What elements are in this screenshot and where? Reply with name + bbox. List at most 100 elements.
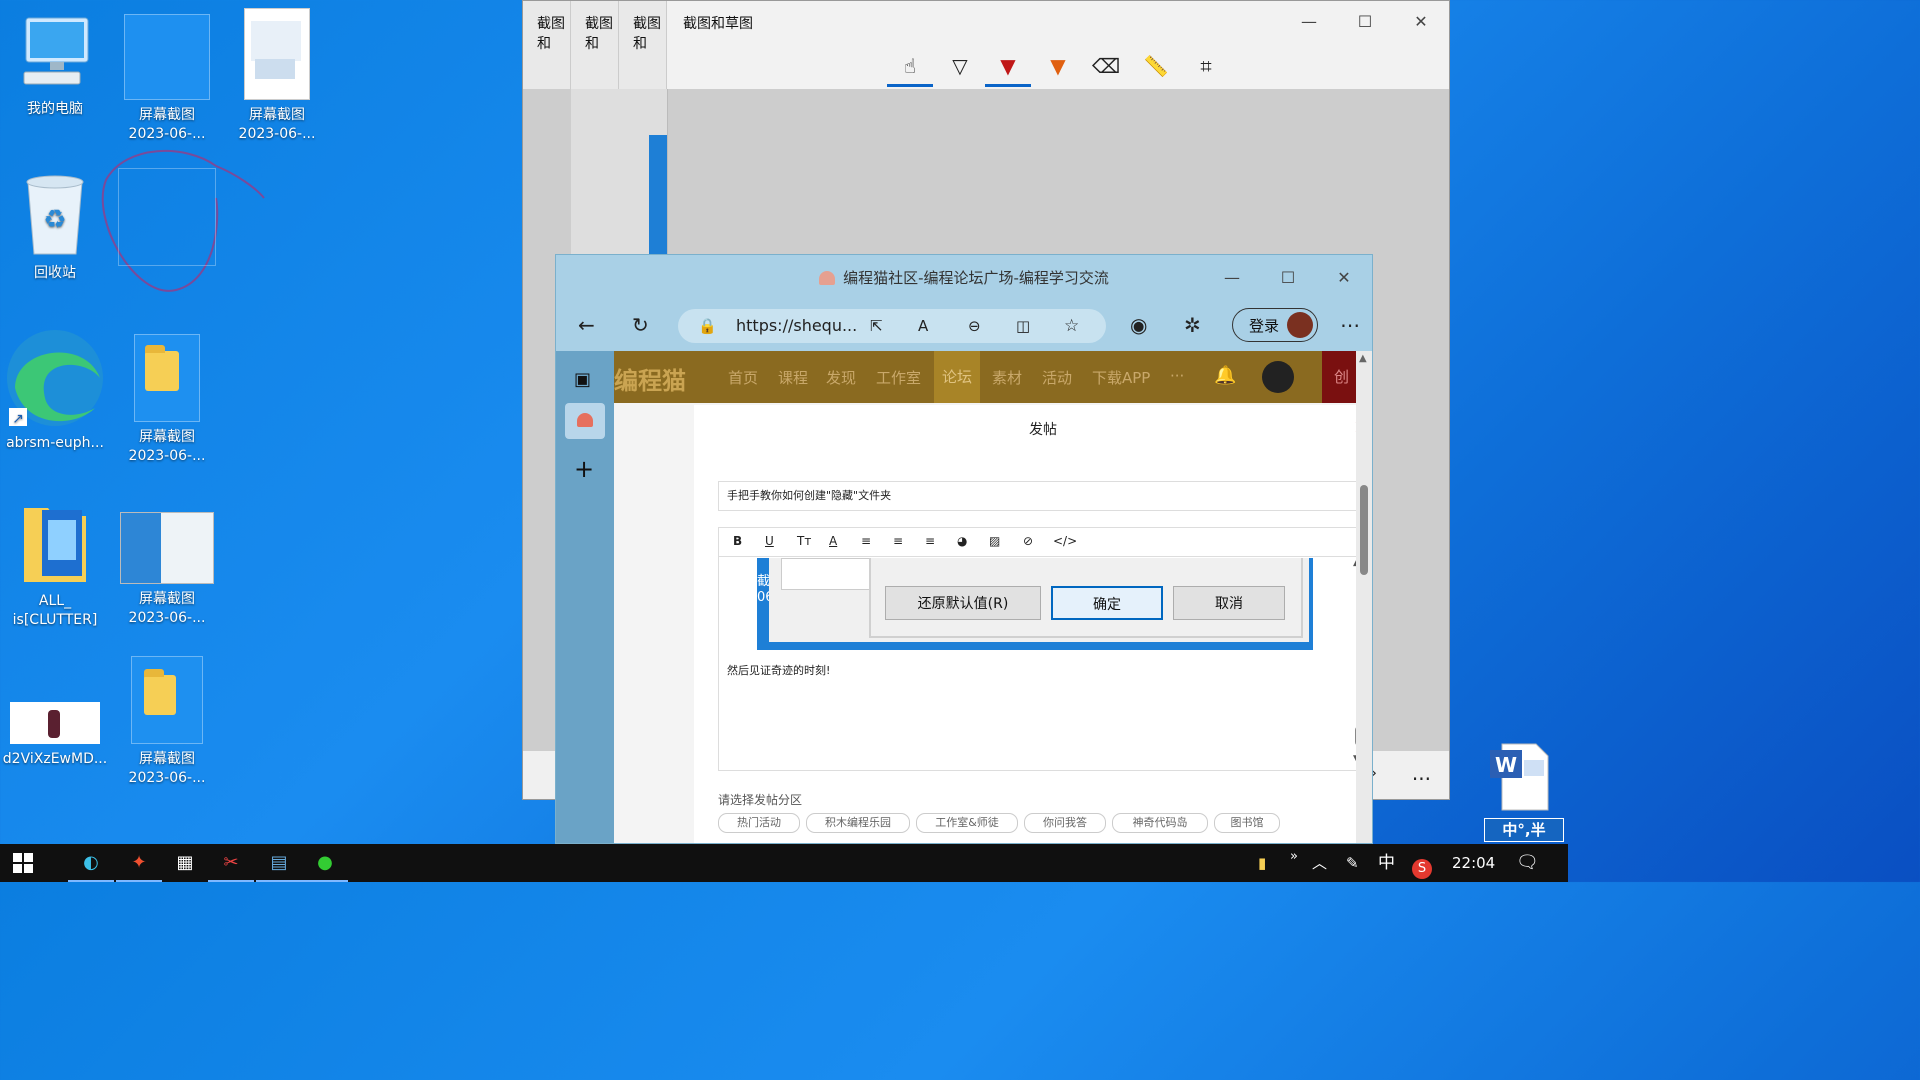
nav-studio[interactable]: 工作室 — [876, 367, 921, 388]
sogou-input-icon[interactable]: S — [1412, 844, 1432, 882]
bold-icon[interactable]: B — [733, 534, 742, 548]
minimize-button[interactable]: — — [1289, 9, 1329, 35]
eraser-tool[interactable]: ⌫ — [1083, 51, 1129, 87]
ok-button[interactable]: 确定 — [1051, 586, 1163, 620]
share-icon[interactable]: ⇱ — [870, 309, 883, 343]
desktop-icon-screenshot-5[interactable]: 屏幕截图 2023-06-... — [112, 656, 222, 788]
post-title-input[interactable]: 手把手教你如何创建"隐藏"文件夹 — [718, 481, 1356, 511]
ruler-tool[interactable]: 📏 — [1133, 51, 1179, 87]
snip-tab-3[interactable]: 截图和 — [619, 1, 667, 89]
crop-tool[interactable]: ⌗ — [1183, 51, 1229, 87]
login-button[interactable]: 登录 — [1232, 308, 1318, 342]
wechat-icon: ● — [317, 852, 333, 873]
image-icon[interactable]: ▨ — [989, 534, 1000, 548]
close-button[interactable]: ✕ — [1324, 265, 1364, 291]
pencil-tool[interactable]: ▼ — [985, 51, 1031, 87]
post-editor[interactable]: B U Tт A ≡ ≡ ≡ ◕ ▨ ⊘ </> 截图 06 — [718, 527, 1356, 771]
site-logo[interactable]: 编程猫 — [614, 361, 686, 396]
ballpoint-pen-tool[interactable]: ▽ — [937, 51, 983, 87]
chevron-up-icon[interactable]: ︿ — [1312, 844, 1327, 882]
more-options-button[interactable]: ... — [1412, 761, 1431, 785]
ime-status-bar[interactable]: 中°,半 — [1484, 818, 1564, 842]
sidebar-site-tab[interactable] — [565, 403, 605, 439]
nav-courses[interactable]: 课程 — [778, 367, 808, 388]
desktop-icon-screenshot-3[interactable]: 屏幕截图 2023-06-... — [112, 334, 222, 466]
underline-icon[interactable]: U — [765, 534, 774, 548]
zone-chip-studio[interactable]: 工作室&师徒 — [916, 813, 1018, 833]
taskbar-edge[interactable]: ◐ — [68, 844, 114, 882]
zone-chip-blocks[interactable]: 积木编程乐园 — [806, 813, 910, 833]
desktop-icon-image-d2v[interactable]: d2ViXzEwMD... — [0, 702, 110, 769]
taskbar-app-store[interactable]: ▦ — [162, 844, 208, 882]
extension-mask-icon[interactable]: ◉ — [1130, 313, 1147, 337]
code-icon[interactable]: </> — [1053, 534, 1077, 548]
split-screen-icon[interactable]: ◫ — [1016, 309, 1030, 343]
add-tab-icon[interactable]: + — [574, 455, 594, 483]
emoji-cat-icon[interactable]: ◕ — [957, 534, 967, 548]
snip-tab-2[interactable]: 截图和 — [571, 1, 619, 89]
desktop-icon-my-computer[interactable]: 我的电脑 — [0, 14, 110, 119]
nav-activities[interactable]: 活动 — [1042, 367, 1072, 388]
zoom-icon[interactable]: ⊖ — [968, 309, 981, 343]
font-size-icon[interactable]: Tт — [797, 534, 811, 548]
notification-icon[interactable]: 🗨 — [1516, 844, 1539, 882]
back-button[interactable]: ← — [578, 313, 595, 337]
zone-chip-hot[interactable]: 热门活动 — [718, 813, 800, 833]
zone-chip-library[interactable]: 图书馆 — [1214, 813, 1280, 833]
attachment-icon[interactable]: ⊘ — [1023, 534, 1033, 548]
extensions-puzzle-icon[interactable]: ✲ — [1184, 313, 1201, 337]
scroll-thumb[interactable] — [1360, 485, 1368, 575]
pen-icon[interactable]: ✎ — [1346, 844, 1359, 882]
nav-materials[interactable]: 素材 — [992, 367, 1022, 388]
cancel-button[interactable]: 取消 — [1173, 586, 1285, 620]
clock[interactable]: 22:04 — [1452, 844, 1495, 882]
maximize-button[interactable]: ☐ — [1345, 9, 1385, 35]
tray-chevron[interactable]: » — [1290, 838, 1298, 876]
desktop-icon-recycle-bin[interactable]: ♻ 回收站 — [0, 172, 110, 283]
create-button[interactable]: 创 — [1322, 351, 1356, 403]
font-color-icon[interactable]: A — [829, 534, 837, 548]
nav-home[interactable]: 首页 — [728, 367, 758, 388]
align-center-icon[interactable]: ≡ — [893, 534, 903, 548]
tabs-icon[interactable]: ▣ — [574, 369, 591, 390]
taskbar-explorer[interactable]: ▤ — [256, 844, 302, 882]
address-bar[interactable]: 🔒 https://shequ... ⇱ A ⊖ ◫ ☆ — [678, 309, 1106, 343]
align-right-icon[interactable]: ≡ — [925, 534, 935, 548]
desktop-icon-screenshot-4[interactable]: 屏幕截图 2023-06-... — [112, 512, 222, 628]
snip-tab-1[interactable]: 截图和 — [523, 1, 571, 89]
desktop-icon-folder-all[interactable]: ALL_ is[CLUTTER] — [0, 500, 110, 630]
highlighter-tool[interactable]: ▼ — [1035, 51, 1081, 87]
nav-forum[interactable]: 论坛 — [934, 351, 981, 403]
icon-label: d2ViXzEwMD... — [2, 751, 108, 767]
bell-icon[interactable]: 🔔 — [1214, 365, 1236, 386]
scroll-up-icon[interactable]: ▲ — [1359, 353, 1367, 364]
desktop-icon-edge-shortcut[interactable]: ↗ abrsm-euph... — [0, 328, 110, 453]
align-left-icon[interactable]: ≡ — [861, 534, 871, 548]
zone-chip-code-island[interactable]: 神奇代码岛 — [1112, 813, 1208, 833]
close-button[interactable]: ✕ — [1401, 9, 1441, 35]
maximize-button[interactable]: ☐ — [1268, 265, 1308, 291]
minimize-button[interactable]: — — [1212, 265, 1252, 291]
page-scrollbar[interactable]: ▲ — [1356, 351, 1372, 843]
tray-folder-icon[interactable]: ▮ — [1258, 844, 1266, 882]
ime-language[interactable]: 中 — [1378, 844, 1395, 882]
refresh-button[interactable]: ↻ — [632, 313, 649, 337]
taskbar-wechat[interactable]: ● — [302, 844, 348, 882]
zone-chip-qa[interactable]: 你问我答 — [1024, 813, 1106, 833]
start-button[interactable] — [0, 844, 46, 882]
nav-download-app[interactable]: 下载APP — [1092, 367, 1150, 388]
more-menu-icon[interactable]: ⋯ — [1340, 313, 1360, 337]
user-avatar[interactable] — [1262, 361, 1294, 393]
favorite-star-icon[interactable]: ☆ — [1064, 309, 1079, 343]
taskbar-app-red[interactable]: ✦ — [116, 844, 162, 882]
desktop-icon-screenshot-1[interactable]: 屏幕截图 2023-06-... — [112, 14, 222, 144]
desktop-icon-screenshot-2[interactable]: 屏幕截图 2023-06-... — [222, 8, 332, 144]
touch-writing-tool[interactable]: ☝ — [887, 51, 933, 87]
restore-defaults-button[interactable]: 还原默认值(R) — [885, 586, 1041, 620]
edge-browser-window[interactable]: 编程猫社区-编程论坛广场-编程学习交流 — ☐ ✕ ← ↻ 🔒 https://… — [555, 254, 1373, 844]
read-aloud-icon[interactable]: A — [918, 309, 928, 343]
word-document-icon[interactable]: W — [1488, 740, 1552, 812]
nav-discover[interactable]: 发现 — [826, 367, 856, 388]
nav-more[interactable]: ··· — [1170, 367, 1184, 385]
taskbar-snip-sketch[interactable]: ✂ — [208, 844, 254, 882]
